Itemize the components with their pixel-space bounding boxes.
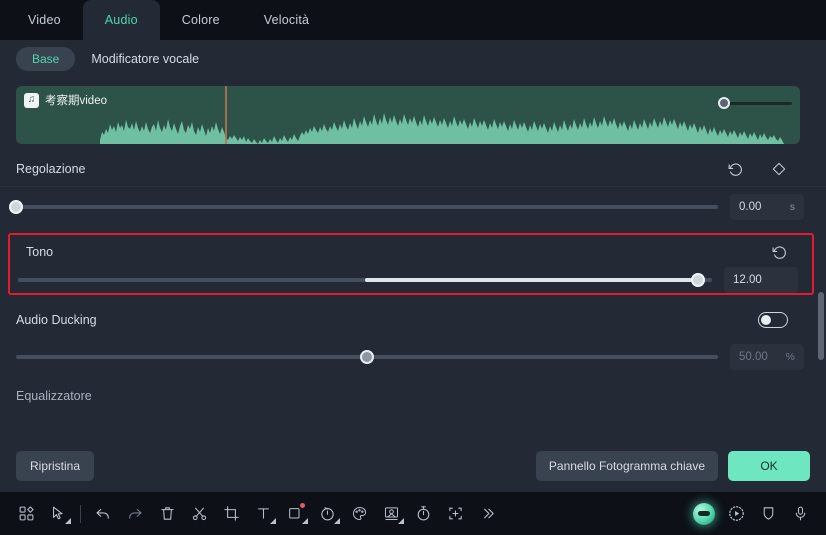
equalizzatore-title[interactable]: Equalizzatore: [0, 377, 826, 403]
toggle-knob: [761, 315, 771, 325]
regolazione-slider[interactable]: [9, 199, 718, 215]
reset-icon[interactable]: [726, 160, 744, 178]
tono-slider-row: 12.00: [10, 265, 812, 295]
color-palette-icon[interactable]: [343, 498, 375, 530]
regolazione-title: Regolazione: [16, 162, 86, 176]
toolbar-separator: [80, 504, 81, 523]
audio-subtabs: Base Modificatore vocale: [0, 40, 826, 78]
speed-clock-icon[interactable]: [311, 498, 343, 530]
ripristina-button[interactable]: Ripristina: [16, 451, 95, 481]
panel-scrollbar[interactable]: [818, 84, 824, 476]
audio-ducking-handle[interactable]: [360, 350, 374, 364]
cursor-select-icon[interactable]: [42, 498, 74, 530]
tab-colore[interactable]: Colore: [160, 0, 242, 40]
main-tabbar: Video Audio Colore Velocità: [0, 0, 826, 40]
undo-icon[interactable]: [87, 498, 119, 530]
tab-velocita[interactable]: Velocità: [242, 0, 331, 40]
redo-icon[interactable]: [119, 498, 151, 530]
audio-ducking-title: Audio Ducking: [16, 313, 97, 327]
tono-fill: [365, 278, 699, 282]
tono-handle[interactable]: [691, 273, 706, 287]
image-mask-icon[interactable]: [375, 498, 407, 530]
tono-header: Tono: [10, 235, 812, 265]
regolazione-unit: s: [789, 201, 795, 213]
tono-slider[interactable]: [18, 272, 712, 288]
playhead[interactable]: [225, 86, 227, 144]
music-note-icon: ♫: [24, 92, 39, 108]
tono-reset-icon[interactable]: [770, 243, 788, 261]
tono-value: 12.00: [733, 274, 762, 286]
clip-label: ♫ 考察期video: [24, 92, 107, 108]
diamond-keyframe-icon[interactable]: [770, 160, 788, 178]
tono-value-box[interactable]: 12.00: [724, 267, 798, 293]
audio-ducking-value: 50.00: [739, 351, 768, 363]
trash-icon[interactable]: [151, 498, 183, 530]
ai-orb-eyes: [698, 511, 710, 516]
ai-orb: [693, 502, 715, 525]
tab-audio[interactable]: Audio: [82, 0, 160, 40]
shield-icon[interactable]: [752, 498, 784, 530]
stopwatch-icon[interactable]: [407, 498, 439, 530]
bottom-toolbar: [0, 492, 826, 535]
tab-video[interactable]: Video: [6, 0, 83, 40]
regolazione-header: Regolazione: [0, 152, 826, 186]
shape-square-icon[interactable]: [279, 498, 311, 530]
keyframe-panel-button[interactable]: Pannello Fotogramma chiave: [535, 451, 718, 481]
tono-section-highlight: Tono 12.00: [8, 233, 814, 295]
regolazione-value-box[interactable]: 0.00 s: [730, 194, 804, 220]
panel-footer: Ripristina Pannello Fotogramma chiave OK: [0, 440, 826, 492]
crop-icon[interactable]: [215, 498, 247, 530]
notification-dot: [300, 502, 305, 508]
clip-volume-handle[interactable]: [718, 97, 730, 109]
ok-button[interactable]: OK: [728, 451, 810, 481]
audio-ducking-value-box[interactable]: 50.00 %: [730, 344, 804, 370]
regolazione-track: [16, 205, 718, 209]
panel-scrollbar-thumb[interactable]: [818, 292, 824, 360]
tono-title: Tono: [26, 245, 54, 259]
add-frame-icon[interactable]: [439, 498, 471, 530]
regolazione-actions: [726, 160, 810, 178]
subtab-base[interactable]: Base: [16, 47, 76, 71]
regolazione-slider-row: 0.00 s: [0, 187, 826, 227]
audio-ducking-header: Audio Ducking: [0, 303, 826, 337]
audio-clip[interactable]: ♫ 考察期video: [16, 86, 800, 144]
grid-shapes-icon[interactable]: [10, 498, 42, 530]
audio-ducking-slider-row: 50.00 %: [0, 337, 826, 377]
audio-ducking-toggle[interactable]: [758, 312, 788, 328]
regolazione-handle[interactable]: [9, 200, 23, 214]
regolazione-value: 0.00: [739, 201, 762, 213]
audio-panel: Base Modificatore vocale ♫ 考察期video Rego…: [0, 40, 826, 440]
clip-volume-slider[interactable]: [718, 97, 792, 109]
audio-waveform: [16, 113, 800, 144]
audio-ducking-slider[interactable]: [16, 349, 718, 365]
chevron-double-right-icon[interactable]: [471, 498, 503, 530]
audio-clip-container: ♫ 考察期video: [0, 78, 826, 144]
subtab-voice-modifier[interactable]: Modificatore vocale: [87, 47, 203, 71]
footer-actions: Pannello Fotogramma chiave OK: [535, 451, 810, 481]
tono-actions: [770, 243, 796, 261]
ai-assistant-icon[interactable]: [688, 498, 720, 530]
dotted-play-icon[interactable]: [720, 498, 752, 530]
clip-title: 考察期video: [45, 95, 107, 107]
text-icon[interactable]: [247, 498, 279, 530]
audio-properties-window: Video Audio Colore Velocità Base Modific…: [0, 0, 826, 535]
scissors-icon[interactable]: [183, 498, 215, 530]
microphone-icon[interactable]: [784, 498, 816, 530]
audio-ducking-unit: %: [785, 351, 795, 363]
audio-ducking-actions: [758, 312, 810, 328]
